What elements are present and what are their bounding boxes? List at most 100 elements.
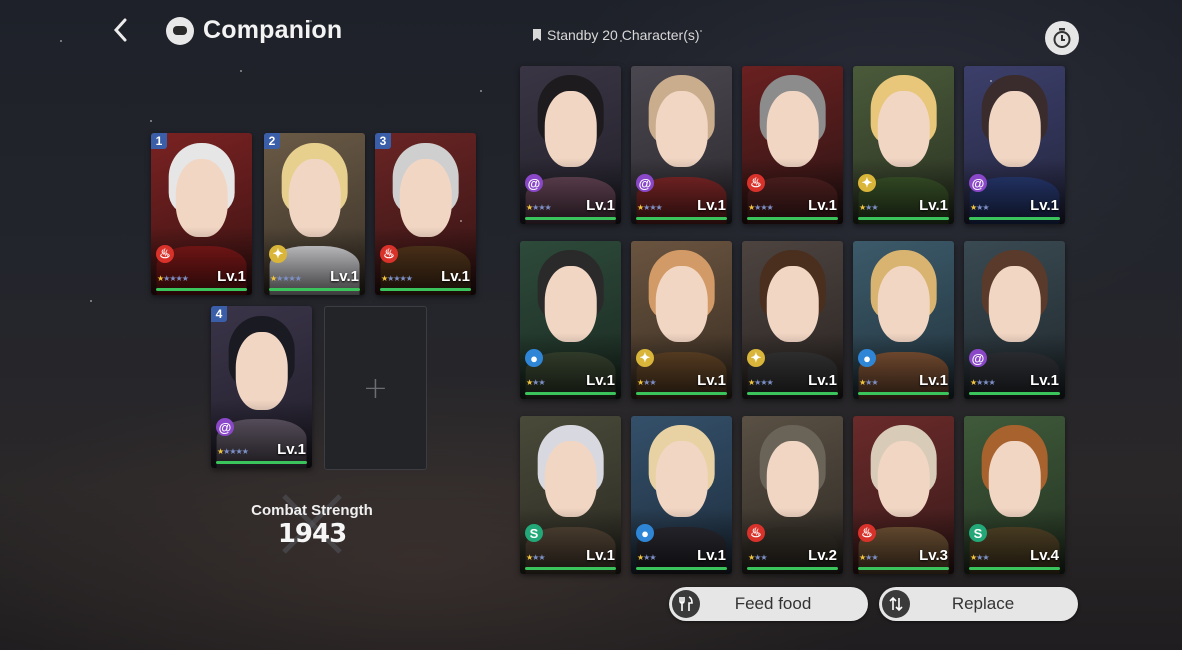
background-star bbox=[480, 90, 482, 92]
star-icon: ★ bbox=[294, 274, 302, 283]
portrait-face bbox=[988, 91, 1041, 168]
standby-character-card[interactable]: ✦ ★★★★ Lv.1 bbox=[742, 241, 843, 399]
standby-character-card[interactable]: ● ★★★ Lv.1 bbox=[520, 241, 621, 399]
background-star bbox=[90, 300, 92, 302]
standby-character-card[interactable]: ✦ ★★★ Lv.1 bbox=[853, 66, 954, 224]
standby-character-card[interactable]: ● ★★★ Lv.1 bbox=[631, 416, 732, 574]
fire-element-icon: ♨ bbox=[156, 245, 174, 263]
water-element-icon: ● bbox=[525, 349, 543, 367]
star-icon: ★ bbox=[181, 274, 189, 283]
standby-character-card[interactable]: @ ★★★★ Lv.1 bbox=[520, 66, 621, 224]
fire-element-icon: ♨ bbox=[380, 245, 398, 263]
standby-character-card[interactable]: ● ★★★ Lv.1 bbox=[853, 241, 954, 399]
level-label: Lv.3 bbox=[919, 547, 948, 564]
level-label: Lv.1 bbox=[441, 268, 470, 285]
back-button[interactable] bbox=[104, 14, 136, 46]
level-label: Lv.4 bbox=[1030, 547, 1059, 564]
portrait-face bbox=[235, 331, 288, 410]
star-rating: ★★★★ bbox=[970, 378, 996, 387]
replace-button[interactable]: Replace bbox=[879, 587, 1078, 621]
star-icon: ★ bbox=[538, 378, 545, 387]
star-icon: ★ bbox=[871, 378, 878, 387]
combat-strength-value: 1943 bbox=[277, 519, 347, 549]
arcane-element-icon: @ bbox=[969, 349, 987, 367]
standby-character-card[interactable]: ✦ ★★★ Lv.1 bbox=[631, 241, 732, 399]
level-bar bbox=[216, 461, 307, 464]
star-icon: ★ bbox=[649, 378, 656, 387]
background-star bbox=[150, 120, 152, 122]
replace-label: Replace bbox=[951, 594, 1015, 613]
star-rating: ★★★ bbox=[748, 553, 768, 562]
light-element-icon: ✦ bbox=[269, 245, 287, 263]
level-label: Lv.1 bbox=[697, 547, 726, 564]
portrait-face bbox=[766, 266, 819, 343]
star-icon: ★ bbox=[766, 203, 774, 212]
standby-character-card[interactable]: S ★★★ Lv.4 bbox=[964, 416, 1065, 574]
team-character-card[interactable]: 1 ♨ ★★★★★ Lv.1 bbox=[151, 133, 252, 295]
level-label: Lv.1 bbox=[697, 372, 726, 389]
swap-arrows-icon bbox=[882, 590, 910, 618]
star-rating: ★★★★ bbox=[748, 203, 774, 212]
portrait-face bbox=[288, 158, 341, 237]
page-title: Companion bbox=[203, 16, 343, 44]
fire-element-icon: ♨ bbox=[747, 524, 765, 542]
empty-team-slot[interactable]: + bbox=[324, 306, 427, 470]
level-bar bbox=[969, 567, 1060, 570]
level-bar bbox=[380, 288, 471, 291]
background-star bbox=[700, 30, 702, 32]
background-star bbox=[310, 20, 312, 22]
bookmark-icon bbox=[533, 29, 541, 41]
star-icon: ★ bbox=[871, 203, 878, 212]
level-label: Lv.1 bbox=[586, 547, 615, 564]
level-label: Lv.1 bbox=[697, 197, 726, 214]
star-icon: ★ bbox=[544, 203, 552, 212]
star-rating: ★★★★ bbox=[748, 378, 774, 387]
timer-button[interactable] bbox=[1045, 21, 1079, 55]
star-icon: ★ bbox=[405, 274, 413, 283]
background-star bbox=[990, 80, 992, 82]
standby-character-card[interactable]: ♨ ★★★★ Lv.1 bbox=[742, 66, 843, 224]
standby-character-card[interactable]: @ ★★★ Lv.1 bbox=[964, 66, 1065, 224]
star-rating: ★★★ bbox=[859, 203, 879, 212]
level-bar bbox=[156, 288, 247, 291]
standby-count: Standby 20 Character(s) bbox=[533, 27, 700, 43]
background-star bbox=[460, 220, 462, 222]
team-character-card[interactable]: 3 ♨ ★★★★★ Lv.1 bbox=[375, 133, 476, 295]
star-rating: ★★★★★ bbox=[157, 274, 189, 283]
arcane-element-icon: @ bbox=[525, 174, 543, 192]
standby-character-card[interactable]: ♨ ★★★ Lv.2 bbox=[742, 416, 843, 574]
portrait-face bbox=[877, 441, 930, 518]
wind-element-icon: S bbox=[969, 524, 987, 542]
feed-food-button[interactable]: Feed food bbox=[669, 587, 868, 621]
plus-icon: + bbox=[362, 370, 389, 406]
level-bar bbox=[636, 567, 727, 570]
standby-character-card[interactable]: S ★★★ Lv.1 bbox=[520, 416, 621, 574]
portrait-face bbox=[655, 441, 708, 518]
standby-character-card[interactable]: @ ★★★★ Lv.1 bbox=[631, 66, 732, 224]
portrait-face bbox=[877, 266, 930, 343]
level-bar bbox=[858, 567, 949, 570]
team-character-card[interactable]: 2 ✦ ★★★★★ Lv.1 bbox=[264, 133, 365, 295]
portrait-face bbox=[988, 441, 1041, 518]
level-bar bbox=[969, 217, 1060, 220]
star-rating: ★★★ bbox=[637, 553, 657, 562]
background-star bbox=[60, 40, 62, 42]
level-label: Lv.1 bbox=[808, 197, 837, 214]
level-bar bbox=[747, 217, 838, 220]
level-bar bbox=[969, 392, 1060, 395]
level-label: Lv.1 bbox=[277, 441, 306, 458]
level-label: Lv.1 bbox=[919, 372, 948, 389]
standby-character-card[interactable]: @ ★★★★ Lv.1 bbox=[964, 241, 1065, 399]
star-icon: ★ bbox=[988, 378, 996, 387]
level-bar bbox=[525, 217, 616, 220]
standby-label: Standby 20 Character(s) bbox=[547, 27, 700, 43]
team-character-card[interactable]: 4 @ ★★★★★ Lv.1 bbox=[211, 306, 312, 468]
level-label: Lv.2 bbox=[808, 547, 837, 564]
star-rating: ★★★ bbox=[526, 378, 546, 387]
standby-character-card[interactable]: ♨ ★★★ Lv.3 bbox=[853, 416, 954, 574]
star-rating: ★★★ bbox=[859, 553, 879, 562]
portrait-face bbox=[544, 441, 597, 518]
star-icon: ★ bbox=[538, 553, 545, 562]
companion-logo-icon bbox=[166, 17, 194, 45]
level-bar bbox=[747, 567, 838, 570]
